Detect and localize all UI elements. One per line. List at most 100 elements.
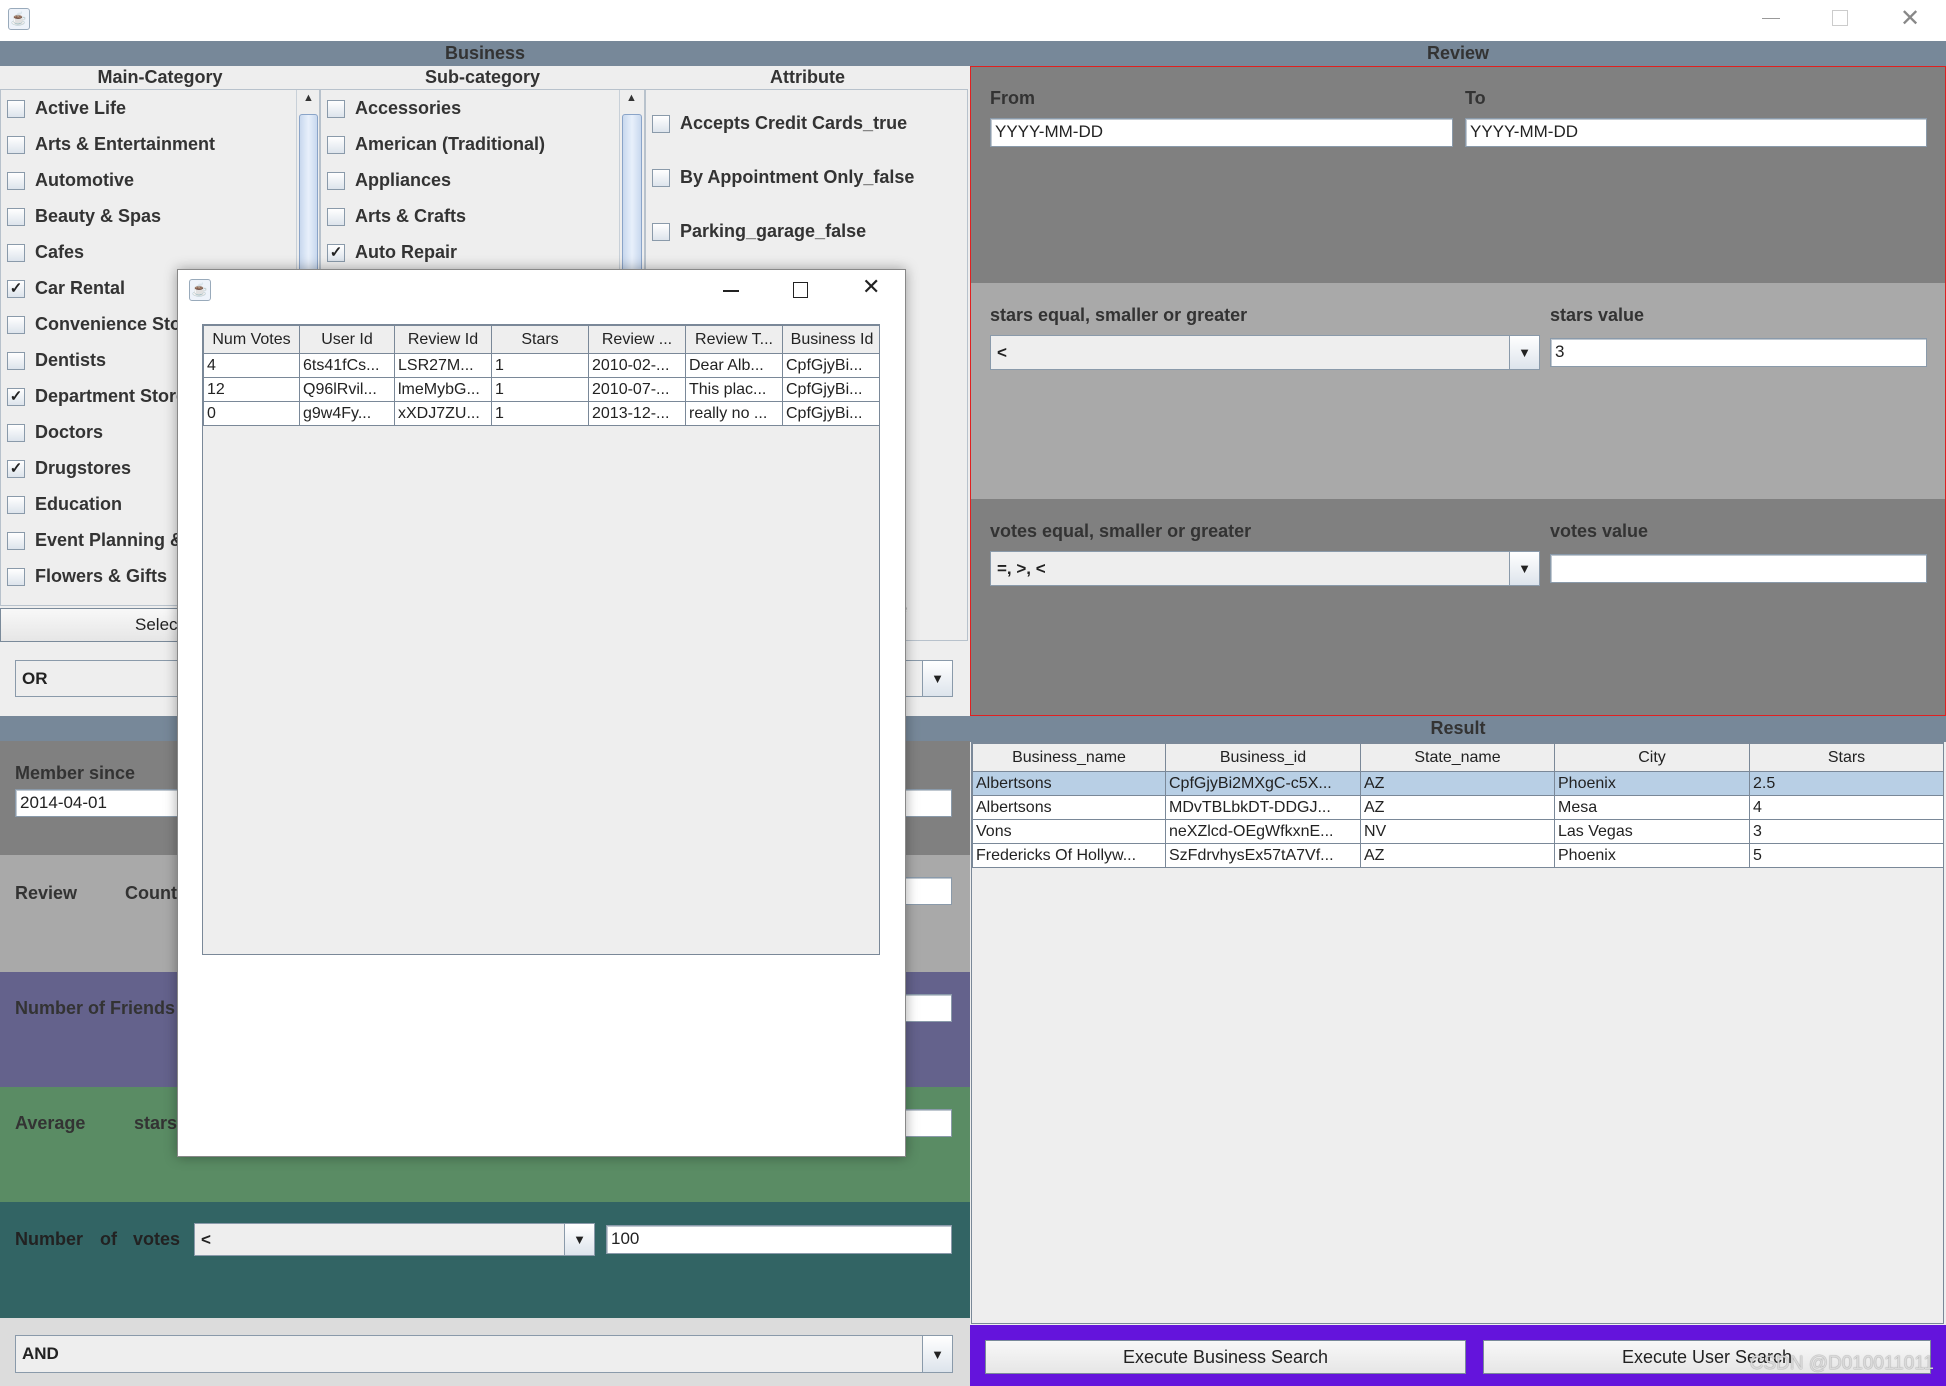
- checkbox-item[interactable]: Arts & Entertainment: [7, 134, 215, 155]
- checkbox-item[interactable]: Doctors: [7, 422, 103, 443]
- checkbox[interactable]: [327, 99, 345, 118]
- combo-value: <: [201, 1229, 211, 1249]
- checkbox-item[interactable]: Flowers & Gifts: [7, 566, 167, 587]
- checkbox[interactable]: [327, 135, 345, 154]
- votes-value-input[interactable]: [1550, 554, 1927, 583]
- column-header[interactable]: Business_id: [1165, 743, 1361, 772]
- checkbox-item[interactable]: By Appointment Only_false: [652, 167, 914, 188]
- stars-value-label: stars value: [1550, 305, 1645, 325]
- checkbox[interactable]: [327, 207, 345, 226]
- checkbox[interactable]: [7, 351, 25, 370]
- checkbox-checked[interactable]: ✓: [7, 279, 25, 298]
- table-row[interactable]: Albertsons CpfGjyBi2MXgC-c5X... AZ Phoenix 2…: [972, 771, 1944, 796]
- minimize-icon[interactable]: [723, 290, 739, 292]
- stars-label: stars: [134, 1113, 178, 1133]
- column-header[interactable]: Num Votes: [203, 325, 300, 354]
- scroll-thumb[interactable]: [622, 114, 642, 284]
- checkbox[interactable]: [652, 222, 670, 241]
- checkbox-item[interactable]: Accepts Credit Cards_true: [652, 113, 907, 134]
- column-header[interactable]: Stars: [491, 325, 589, 354]
- checkbox-checked[interactable]: ✓: [7, 459, 25, 478]
- checkbox[interactable]: [7, 135, 25, 154]
- column-header[interactable]: Business Id: [782, 325, 879, 354]
- column-header[interactable]: City: [1554, 743, 1750, 772]
- maximize-icon[interactable]: [793, 282, 808, 298]
- close-icon[interactable]: ✕: [1900, 4, 1920, 33]
- checkbox-item[interactable]: Appliances: [327, 170, 451, 191]
- stars-value-input[interactable]: 3: [1550, 338, 1927, 367]
- table-row[interactable]: Vons neXZlcd-OEgWfkxnE... NV Las Vegas 3: [972, 819, 1944, 844]
- votes-operator-combo[interactable]: < ▼: [194, 1223, 595, 1256]
- table-cell: CpfGjyBi...: [782, 353, 879, 378]
- column-header[interactable]: User Id: [299, 325, 395, 354]
- checkbox[interactable]: [7, 99, 25, 118]
- column-header[interactable]: State_name: [1360, 743, 1555, 772]
- table-row[interactable]: 4 6ts41fCs... LSR27M... 1 2010-02-... Dear Al…: [203, 353, 879, 378]
- checkbox-item[interactable]: Convenience Sto: [7, 314, 181, 335]
- scroll-up-icon[interactable]: ▲: [303, 92, 314, 104]
- checkbox-item[interactable]: Beauty & Spas: [7, 206, 161, 227]
- checkbox[interactable]: [7, 171, 25, 190]
- from-date-input[interactable]: YYYY-MM-DD: [990, 118, 1453, 147]
- user-logic-combo[interactable]: AND ▼: [15, 1335, 953, 1373]
- checkbox[interactable]: [652, 114, 670, 133]
- table-row[interactable]: 12 Q96lRvil... lmeMybG... 1 2010-07-... This …: [203, 377, 879, 402]
- table-row[interactable]: Albertsons MDvTBLbkDT-DDGJ... AZ Mesa 4: [972, 795, 1944, 820]
- to-date-input[interactable]: YYYY-MM-DD: [1465, 118, 1927, 147]
- checkbox[interactable]: [7, 423, 25, 442]
- stars-operator-combo[interactable]: < ▼: [990, 335, 1540, 370]
- checkbox-item[interactable]: Accessories: [327, 98, 461, 119]
- checkbox-item[interactable]: ✓ Car Rental: [7, 278, 125, 299]
- table-cell: AZ: [1360, 843, 1555, 868]
- chevron-down-icon[interactable]: ▼: [922, 1336, 952, 1372]
- close-icon[interactable]: ✕: [862, 274, 880, 300]
- checkbox-item[interactable]: Cafes: [7, 242, 84, 263]
- combo-value: AND: [22, 1344, 59, 1363]
- checkbox-item[interactable]: American (Traditional): [327, 134, 545, 155]
- checkbox-item[interactable]: ✓ Auto Repair: [327, 242, 457, 263]
- checkbox-item[interactable]: Event Planning &: [7, 530, 183, 551]
- checkbox-item[interactable]: Active Life: [7, 98, 126, 119]
- votes-value-input[interactable]: 100: [606, 1225, 952, 1254]
- minimize-icon[interactable]: [1762, 18, 1780, 19]
- column-header[interactable]: Review T...: [685, 325, 783, 354]
- table-row[interactable]: 0 g9w4Fy... xXDJ7ZU... 1 2013-12-... really n…: [203, 401, 879, 426]
- column-header[interactable]: Review Id: [394, 325, 492, 354]
- table-row[interactable]: Fredericks Of Hollyw... SzFdrvhysEx57tA7V…: [972, 843, 1944, 868]
- checkbox-checked[interactable]: ✓: [327, 243, 345, 262]
- chevron-down-icon[interactable]: ▼: [1509, 552, 1539, 585]
- column-header[interactable]: Stars: [1749, 743, 1944, 772]
- execute-business-search-button[interactable]: Execute Business Search: [985, 1340, 1466, 1374]
- column-header[interactable]: Business_name: [972, 743, 1166, 772]
- checkbox-item[interactable]: Dentists: [7, 350, 106, 371]
- scroll-up-icon[interactable]: ▲: [626, 92, 637, 104]
- checkbox[interactable]: [652, 168, 670, 187]
- column-header[interactable]: Review ...: [588, 325, 686, 354]
- member-since-label: Member since: [15, 763, 136, 783]
- checkbox[interactable]: [7, 495, 25, 514]
- table-cell: lmeMybG...: [394, 377, 492, 402]
- checkbox-item[interactable]: Parking_garage_false: [652, 221, 866, 242]
- review-popup-window: ☕ ✕ Num Votes User Id Review Id Stars Review…: [177, 269, 906, 1157]
- checkbox-item[interactable]: ✓ Drugstores: [7, 458, 131, 479]
- chevron-down-icon[interactable]: ▼: [564, 1224, 594, 1255]
- table-cell: This plac...: [685, 377, 783, 402]
- checkbox[interactable]: [7, 531, 25, 550]
- table-cell: Q96lRvil...: [299, 377, 395, 402]
- checkbox[interactable]: [7, 243, 25, 262]
- checkbox-checked[interactable]: ✓: [7, 387, 25, 406]
- checkbox-item[interactable]: Education: [7, 494, 122, 515]
- checkbox-item[interactable]: Arts & Crafts: [327, 206, 466, 227]
- chevron-down-icon[interactable]: ▼: [922, 661, 952, 696]
- checkbox[interactable]: [7, 567, 25, 586]
- chevron-down-icon[interactable]: ▼: [1509, 336, 1539, 369]
- maximize-icon[interactable]: [1832, 10, 1848, 26]
- checkbox[interactable]: [7, 315, 25, 334]
- checkbox[interactable]: [327, 171, 345, 190]
- checkbox-item[interactable]: ✓ Department Store: [7, 386, 186, 407]
- java-icon: ☕: [8, 8, 30, 30]
- votes-operator-combo[interactable]: =, >, < ▼: [990, 551, 1540, 586]
- checkbox[interactable]: [7, 207, 25, 226]
- table-cell: 12: [203, 377, 300, 402]
- checkbox-item[interactable]: Automotive: [7, 170, 134, 191]
